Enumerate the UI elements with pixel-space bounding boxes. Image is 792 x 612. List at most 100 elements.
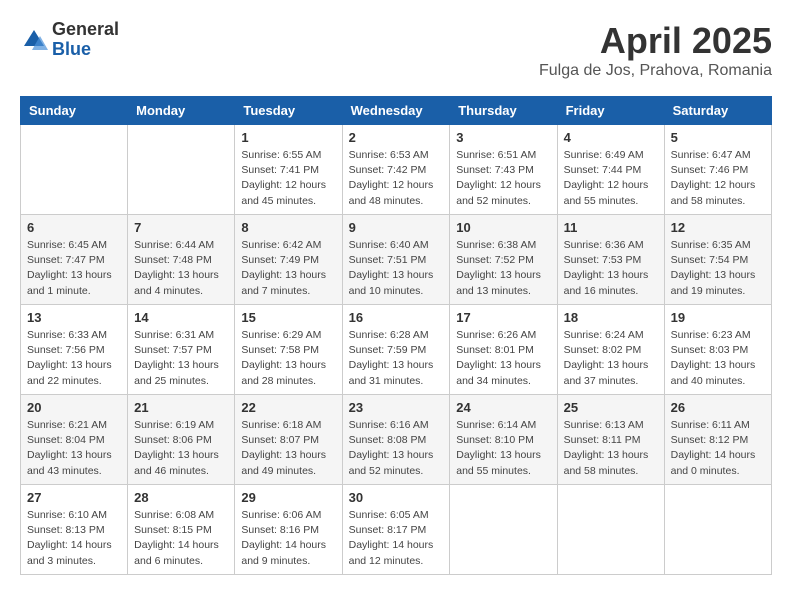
calendar-cell: 12Sunrise: 6:35 AM Sunset: 7:54 PM Dayli… bbox=[664, 215, 771, 305]
day-detail: Sunrise: 6:11 AM Sunset: 8:12 PM Dayligh… bbox=[671, 418, 765, 479]
calendar-cell: 28 Sunrise: 6:08 AM Sunset: 8:15 PM Dayli… bbox=[128, 485, 235, 575]
day-detail: Sunrise: 6:29 AM Sunset: 7:58 PM Dayligh… bbox=[241, 328, 335, 389]
day-number: 17 bbox=[456, 310, 550, 325]
day-detail: Sunrise: 6:08 AM Sunset: 8:15 PM Dayligh… bbox=[134, 508, 228, 569]
day-number: 10 bbox=[456, 220, 550, 235]
calendar-cell: 24 Sunrise: 6:14 AM Sunset: 8:10 PM Dayli… bbox=[450, 395, 557, 485]
day-number: 2 bbox=[349, 130, 444, 145]
day-number: 14 bbox=[134, 310, 228, 325]
location-text: Fulga de Jos, Prahova, Romania bbox=[539, 62, 772, 80]
calendar-cell: 23Sunrise: 6:16 AM Sunset: 8:08 PM Dayli… bbox=[342, 395, 450, 485]
day-number: 9 bbox=[349, 220, 444, 235]
day-detail: Sunrise: 6:33 AM Sunset: 7:56 PM Dayligh… bbox=[27, 328, 121, 389]
calendar-cell: 22Sunrise: 6:18 AM Sunset: 8:07 PM Dayli… bbox=[235, 395, 342, 485]
day-detail: Sunrise: 6:05 AM Sunset: 8:17 PM Dayligh… bbox=[349, 508, 444, 569]
title-block: April 2025 Fulga de Jos, Prahova, Romani… bbox=[539, 20, 772, 80]
calendar-cell: 7 Sunrise: 6:44 AM Sunset: 7:48 PM Daylig… bbox=[128, 215, 235, 305]
calendar-cell: 6 Sunrise: 6:45 AM Sunset: 7:47 PM Daylig… bbox=[21, 215, 128, 305]
calendar-cell: 13 Sunrise: 6:33 AM Sunset: 7:56 PM Dayli… bbox=[21, 305, 128, 395]
calendar-cell bbox=[450, 485, 557, 575]
page-header: General Blue April 2025 Fulga de Jos, Pr… bbox=[20, 20, 772, 80]
logo: General Blue bbox=[20, 20, 119, 60]
calendar-cell bbox=[128, 125, 235, 215]
day-detail: Sunrise: 6:40 AM Sunset: 7:51 PM Dayligh… bbox=[349, 238, 444, 299]
weekday-header-monday: Monday bbox=[128, 97, 235, 125]
day-detail: Sunrise: 6:42 AM Sunset: 7:49 PM Dayligh… bbox=[241, 238, 335, 299]
calendar-week-row: 13 Sunrise: 6:33 AM Sunset: 7:56 PM Dayli… bbox=[21, 305, 772, 395]
day-number: 1 bbox=[241, 130, 335, 145]
weekday-header-thursday: Thursday bbox=[450, 97, 557, 125]
calendar-week-row: 6 Sunrise: 6:45 AM Sunset: 7:47 PM Daylig… bbox=[21, 215, 772, 305]
calendar-cell: 8 Sunrise: 6:42 AM Sunset: 7:49 PM Daylig… bbox=[235, 215, 342, 305]
day-number: 25 bbox=[564, 400, 658, 415]
calendar-cell: 5Sunrise: 6:47 AM Sunset: 7:46 PM Daylig… bbox=[664, 125, 771, 215]
day-detail: Sunrise: 6:06 AM Sunset: 8:16 PM Dayligh… bbox=[241, 508, 335, 569]
calendar-cell: 2Sunrise: 6:53 AM Sunset: 7:42 PM Daylig… bbox=[342, 125, 450, 215]
calendar-cell bbox=[664, 485, 771, 575]
day-detail: Sunrise: 6:14 AM Sunset: 8:10 PM Dayligh… bbox=[456, 418, 550, 479]
calendar-cell: 17 Sunrise: 6:26 AM Sunset: 8:01 PM Dayli… bbox=[450, 305, 557, 395]
calendar-cell: 21 Sunrise: 6:19 AM Sunset: 8:06 PM Dayli… bbox=[128, 395, 235, 485]
day-number: 20 bbox=[27, 400, 121, 415]
day-number: 6 bbox=[27, 220, 121, 235]
calendar-cell: 25 Sunrise: 6:13 AM Sunset: 8:11 PM Dayli… bbox=[557, 395, 664, 485]
day-number: 11 bbox=[564, 220, 658, 235]
month-title: April 2025 bbox=[539, 20, 772, 62]
calendar-cell: 30 Sunrise: 6:05 AM Sunset: 8:17 PM Dayli… bbox=[342, 485, 450, 575]
logo-blue-text: Blue bbox=[52, 40, 119, 60]
day-number: 26 bbox=[671, 400, 765, 415]
logo-general-text: General bbox=[52, 20, 119, 40]
day-number: 8 bbox=[241, 220, 335, 235]
calendar-cell: 14Sunrise: 6:31 AM Sunset: 7:57 PM Dayli… bbox=[128, 305, 235, 395]
weekday-header-row: SundayMondayTuesdayWednesdayThursdayFrid… bbox=[21, 97, 772, 125]
weekday-header-saturday: Saturday bbox=[664, 97, 771, 125]
day-number: 3 bbox=[456, 130, 550, 145]
calendar-cell: 20 Sunrise: 6:21 AM Sunset: 8:04 PM Dayli… bbox=[21, 395, 128, 485]
day-detail: Sunrise: 6:51 AM Sunset: 7:43 PM Dayligh… bbox=[456, 148, 550, 209]
calendar-cell: 4Sunrise: 6:49 AM Sunset: 7:44 PM Daylig… bbox=[557, 125, 664, 215]
calendar-cell: 29 Sunrise: 6:06 AM Sunset: 8:16 PM Dayli… bbox=[235, 485, 342, 575]
day-number: 27 bbox=[27, 490, 121, 505]
day-detail: Sunrise: 6:44 AM Sunset: 7:48 PM Dayligh… bbox=[134, 238, 228, 299]
calendar-cell: 16 Sunrise: 6:28 AM Sunset: 7:59 PM Dayli… bbox=[342, 305, 450, 395]
calendar-cell: 27 Sunrise: 6:10 AM Sunset: 8:13 PM Dayli… bbox=[21, 485, 128, 575]
calendar-cell: 19Sunrise: 6:23 AM Sunset: 8:03 PM Dayli… bbox=[664, 305, 771, 395]
day-number: 13 bbox=[27, 310, 121, 325]
calendar-week-row: 27 Sunrise: 6:10 AM Sunset: 8:13 PM Dayli… bbox=[21, 485, 772, 575]
day-detail: Sunrise: 6:28 AM Sunset: 7:59 PM Dayligh… bbox=[349, 328, 444, 389]
day-number: 28 bbox=[134, 490, 228, 505]
day-detail: Sunrise: 6:38 AM Sunset: 7:52 PM Dayligh… bbox=[456, 238, 550, 299]
calendar-cell: 9 Sunrise: 6:40 AM Sunset: 7:51 PM Daylig… bbox=[342, 215, 450, 305]
calendar-table: SundayMondayTuesdayWednesdayThursdayFrid… bbox=[20, 96, 772, 575]
day-number: 7 bbox=[134, 220, 228, 235]
day-detail: Sunrise: 6:10 AM Sunset: 8:13 PM Dayligh… bbox=[27, 508, 121, 569]
day-number: 21 bbox=[134, 400, 228, 415]
calendar-week-row: 20 Sunrise: 6:21 AM Sunset: 8:04 PM Dayli… bbox=[21, 395, 772, 485]
day-detail: Sunrise: 6:55 AM Sunset: 7:41 PM Dayligh… bbox=[241, 148, 335, 209]
weekday-header-friday: Friday bbox=[557, 97, 664, 125]
day-number: 30 bbox=[349, 490, 444, 505]
day-number: 24 bbox=[456, 400, 550, 415]
day-number: 18 bbox=[564, 310, 658, 325]
day-detail: Sunrise: 6:18 AM Sunset: 8:07 PM Dayligh… bbox=[241, 418, 335, 479]
day-number: 16 bbox=[349, 310, 444, 325]
day-detail: Sunrise: 6:24 AM Sunset: 8:02 PM Dayligh… bbox=[564, 328, 658, 389]
day-detail: Sunrise: 6:19 AM Sunset: 8:06 PM Dayligh… bbox=[134, 418, 228, 479]
logo-icon bbox=[20, 26, 48, 54]
day-number: 29 bbox=[241, 490, 335, 505]
day-detail: Sunrise: 6:16 AM Sunset: 8:08 PM Dayligh… bbox=[349, 418, 444, 479]
calendar-cell: 3 Sunrise: 6:51 AM Sunset: 7:43 PM Daylig… bbox=[450, 125, 557, 215]
weekday-header-wednesday: Wednesday bbox=[342, 97, 450, 125]
day-detail: Sunrise: 6:45 AM Sunset: 7:47 PM Dayligh… bbox=[27, 238, 121, 299]
day-detail: Sunrise: 6:26 AM Sunset: 8:01 PM Dayligh… bbox=[456, 328, 550, 389]
weekday-header-sunday: Sunday bbox=[21, 97, 128, 125]
day-detail: Sunrise: 6:49 AM Sunset: 7:44 PM Dayligh… bbox=[564, 148, 658, 209]
day-detail: Sunrise: 6:13 AM Sunset: 8:11 PM Dayligh… bbox=[564, 418, 658, 479]
calendar-cell: 15 Sunrise: 6:29 AM Sunset: 7:58 PM Dayli… bbox=[235, 305, 342, 395]
weekday-header-tuesday: Tuesday bbox=[235, 97, 342, 125]
day-number: 15 bbox=[241, 310, 335, 325]
calendar-week-row: 1 Sunrise: 6:55 AM Sunset: 7:41 PM Daylig… bbox=[21, 125, 772, 215]
day-detail: Sunrise: 6:21 AM Sunset: 8:04 PM Dayligh… bbox=[27, 418, 121, 479]
calendar-cell bbox=[557, 485, 664, 575]
day-detail: Sunrise: 6:35 AM Sunset: 7:54 PM Dayligh… bbox=[671, 238, 765, 299]
